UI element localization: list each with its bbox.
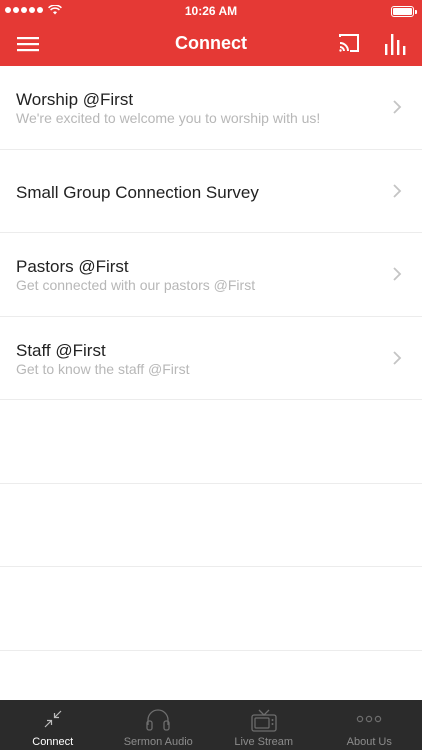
- chevron-right-icon: [393, 350, 402, 365]
- list-item-worship[interactable]: Worship @First We're excited to welcome …: [0, 66, 422, 150]
- list-item-staff[interactable]: Staff @First Get to know the staff @Firs…: [0, 316, 422, 400]
- tab-label: Live Stream: [234, 736, 294, 748]
- list-item-title: Staff @First: [16, 340, 106, 360]
- tab-sermon-audio[interactable]: Sermon Audio: [106, 700, 212, 750]
- status-time: 10:26 AM: [184, 4, 238, 18]
- chevron-right-icon: [393, 100, 402, 114]
- list-item-small-group-survey[interactable]: Small Group Connection Survey: [0, 149, 422, 233]
- chevron-right-icon: [393, 183, 402, 198]
- connect-list: Worship @First We're excited to welcome …: [0, 66, 422, 651]
- empty-row: [0, 567, 422, 651]
- tab-connect[interactable]: Connect: [0, 700, 106, 750]
- bar-chart-icon[interactable]: [384, 30, 406, 56]
- tab-label: Sermon Audio: [123, 736, 193, 748]
- list-item-title: Worship @First: [16, 90, 134, 109]
- list-item-title: Pastors @First: [16, 257, 129, 276]
- list-item-subtitle: We're excited to welcome you to worship …: [16, 110, 321, 126]
- list-item-title: Small Group Connection Survey: [16, 182, 259, 202]
- list-item-pastors[interactable]: Pastors @First Get connected with our pa…: [0, 233, 422, 317]
- empty-row: [0, 483, 422, 567]
- tab-bar: Connect Sermon Audio Live Stream About U…: [0, 700, 422, 750]
- list-item-subtitle: Get connected with our pastors @First: [16, 277, 256, 293]
- tv-icon: [251, 709, 277, 732]
- more-dots-icon: [357, 715, 382, 723]
- connect-arrows-icon: [44, 710, 62, 728]
- status-bar: 10:26 AM: [0, 0, 422, 22]
- cast-icon[interactable]: [337, 31, 361, 55]
- battery-icon: [391, 6, 417, 17]
- nav-bar: Connect: [0, 22, 422, 66]
- list-item-subtitle: Get to know the staff @First: [16, 360, 190, 377]
- headphones-icon: [146, 709, 170, 731]
- chevron-right-icon: [393, 267, 402, 281]
- tab-label: About Us: [346, 736, 392, 748]
- empty-row: [0, 400, 422, 484]
- tab-label: Connect: [32, 736, 74, 748]
- tab-about-us[interactable]: About Us: [317, 700, 422, 750]
- tab-live-stream[interactable]: Live Stream: [211, 700, 317, 750]
